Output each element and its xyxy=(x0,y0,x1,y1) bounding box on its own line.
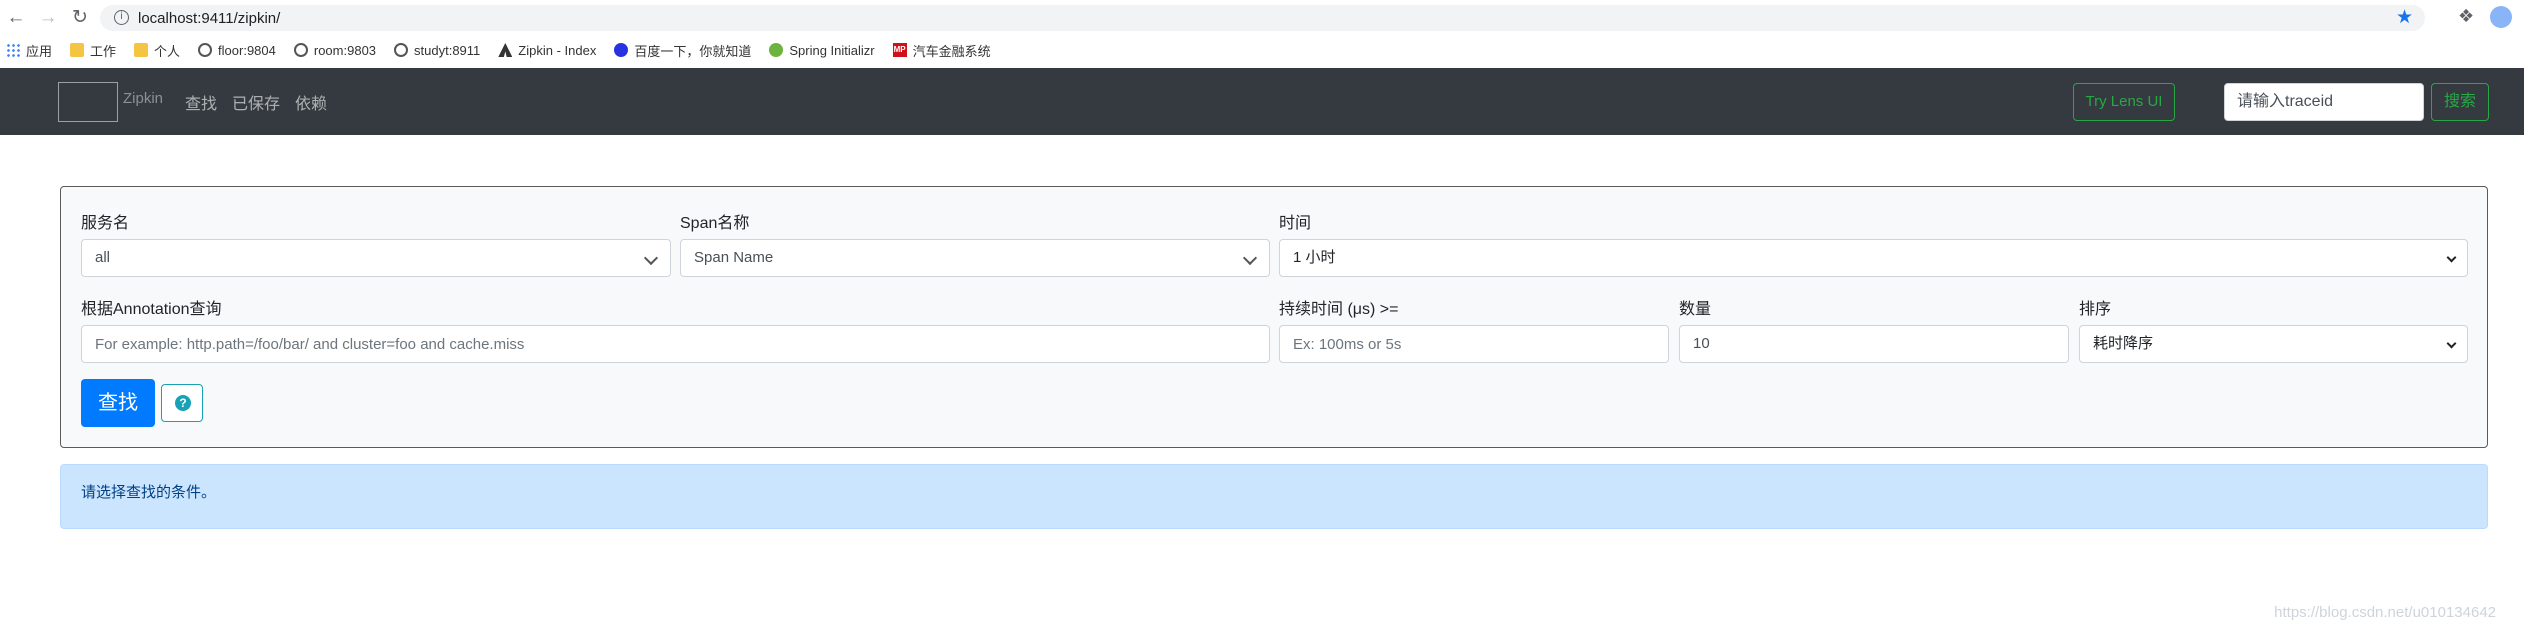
info-alert: 请选择查找的条件。 xyxy=(60,464,2488,529)
sort-label: 排序 xyxy=(2079,301,2112,318)
bookmark-item[interactable]: 个人 xyxy=(134,41,180,60)
bookmark-label: Zipkin - Index xyxy=(518,42,597,58)
chevron-down-icon xyxy=(2446,252,2457,263)
bookmark-item[interactable]: Zipkin - Index xyxy=(498,43,596,58)
help-button[interactable]: ? xyxy=(161,384,203,422)
bookmark-label: room:9803 xyxy=(313,42,377,58)
bookmark-label: 应用 xyxy=(26,43,53,59)
zipkin-logo[interactable] xyxy=(58,82,118,122)
service-select[interactable]: all xyxy=(81,239,671,277)
limit-input[interactable]: 10 xyxy=(1679,325,2069,363)
globe-icon xyxy=(198,43,213,57)
bookmark-label: 汽车金融系统 xyxy=(912,43,991,59)
duration-label: 持续时间 (μs) >= xyxy=(1279,301,1399,318)
find-button[interactable]: 查找 xyxy=(81,379,155,427)
baidu-icon xyxy=(614,43,629,57)
chevron-down-icon xyxy=(2446,338,2457,349)
bookmark-item[interactable]: 工作 xyxy=(70,41,116,60)
spring-icon xyxy=(769,43,784,57)
forward-icon[interactable]: → xyxy=(36,6,60,30)
traceid-search-button[interactable]: 搜索 xyxy=(2431,83,2489,121)
time-select[interactable]: 1 小时 xyxy=(1279,239,2468,277)
sort-select-value: 耗时降序 xyxy=(2093,335,2154,352)
sort-select[interactable]: 耗时降序 xyxy=(2079,325,2468,363)
duration-input[interactable] xyxy=(1279,325,1669,363)
time-label: 时间 xyxy=(1279,215,1312,232)
address-bar[interactable]: i localhost:9411/zipkin/ ★ xyxy=(100,5,2425,31)
service-select-value: all xyxy=(95,249,111,266)
chevron-down-icon xyxy=(1242,250,1258,266)
span-name-label: Span名称 xyxy=(680,215,750,232)
limit-input-value: 10 xyxy=(1693,335,1710,352)
question-icon: ? xyxy=(175,395,191,411)
bookmark-item[interactable]: room:9803 xyxy=(293,42,377,58)
folder-icon xyxy=(134,43,149,57)
zipkin-icon xyxy=(498,43,513,57)
span-name-select[interactable]: Span Name xyxy=(680,239,1270,277)
bookmark-item[interactable]: MP 汽车金融系统 xyxy=(892,41,991,60)
mp-icon: MP xyxy=(892,43,907,57)
address-row: ← → ↻ i localhost:9411/zipkin/ ★ ❖ xyxy=(0,0,2524,36)
service-label: 服务名 xyxy=(81,215,130,232)
nav-links: 查找 已保存 依赖 xyxy=(185,90,342,114)
traceid-input[interactable] xyxy=(2224,83,2424,121)
watermark: https://blog.csdn.net/u010134642 xyxy=(2274,604,2496,621)
bookmarks-bar: 应用 工作 个人 floor:9804 room:9803 studyt:8911 Zipk… xyxy=(6,38,1009,62)
nav-link-saved[interactable]: 已保存 xyxy=(232,90,280,114)
bookmark-item[interactable]: 百度一下，你就知道 xyxy=(614,41,751,60)
bookmark-star-icon[interactable]: ★ xyxy=(2396,6,2413,29)
bookmark-label: floor:9804 xyxy=(218,42,276,58)
limit-label: 数量 xyxy=(1679,301,1712,318)
try-lens-ui-button[interactable]: Try Lens UI xyxy=(2073,83,2175,121)
navbar-brand[interactable]: Zipkin xyxy=(123,90,163,107)
globe-icon xyxy=(293,43,308,57)
avatar[interactable] xyxy=(2490,6,2512,28)
bookmark-label: 百度一下，你就知道 xyxy=(634,43,752,59)
folder-icon xyxy=(70,43,85,57)
bookmark-item[interactable]: studyt:8911 xyxy=(394,43,480,58)
bookmark-label: 工作 xyxy=(90,43,117,59)
bookmark-label: studyt:8911 xyxy=(414,42,481,58)
search-form: 服务名 all Span名称 Span Name 时间 1 小时 根据Annot… xyxy=(60,186,2488,448)
bookmark-label: Spring Initializr xyxy=(789,42,875,58)
span-name-select-value: Span Name xyxy=(694,249,774,266)
time-select-value: 1 小时 xyxy=(1293,249,1336,266)
bookmark-item[interactable]: floor:9804 xyxy=(198,43,276,58)
apps-icon xyxy=(6,43,20,57)
extensions-icon[interactable]: ❖ xyxy=(2458,6,2474,27)
site-info-icon[interactable]: i xyxy=(114,10,129,25)
browser-chrome: ← → ↻ i localhost:9411/zipkin/ ★ ❖ 应用 工作 个… xyxy=(0,0,2524,68)
reload-icon[interactable]: ↻ xyxy=(68,6,92,30)
annotation-label: 根据Annotation查询 xyxy=(81,301,222,318)
bookmark-label: 个人 xyxy=(154,43,181,59)
bookmark-item[interactable]: 应用 xyxy=(6,41,52,60)
navbar: Zipkin 查找 已保存 依赖 Try Lens UI 搜索 xyxy=(0,68,2524,135)
nav-link-dependencies[interactable]: 依赖 xyxy=(295,90,327,114)
url-text[interactable]: localhost:9411/zipkin/ xyxy=(138,10,280,27)
back-icon[interactable]: ← xyxy=(4,6,28,30)
annotation-query-input[interactable] xyxy=(81,325,1270,363)
globe-icon xyxy=(394,43,409,57)
info-alert-text: 请选择查找的条件。 xyxy=(81,484,217,501)
chevron-down-icon xyxy=(643,250,659,266)
bookmark-item[interactable]: Spring Initializr xyxy=(769,42,875,58)
nav-link-find[interactable]: 查找 xyxy=(185,90,217,114)
